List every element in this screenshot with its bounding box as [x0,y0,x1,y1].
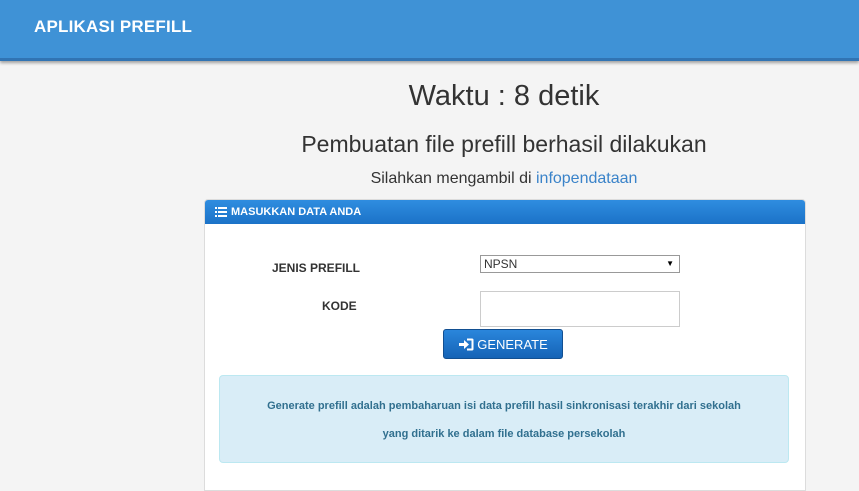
generate-button[interactable]: GENERATE [443,329,563,359]
info-line-2: yang ditarik ke dalam file database pers… [382,428,626,440]
app-brand[interactable]: APLIKASI PREFILL [34,17,192,37]
panel-heading-label: MASUKKAN DATA ANDA [231,206,362,218]
info-line-1: Generate prefill adalah pembaharuan isi … [267,400,741,412]
kode-input[interactable] [480,291,680,327]
jenis-prefill-select[interactable]: NPSN ▼ [480,255,680,273]
sign-in-icon [459,338,474,350]
input-panel: MASUKKAN DATA ANDA JENIS PREFILL NPSN ▼ … [204,199,806,491]
instruction-prefix: Silahkan mengambil di [370,170,536,187]
kode-label: KODE [322,299,357,313]
top-navbar: APLIKASI PREFILL [0,0,859,61]
panel-heading: MASUKKAN DATA ANDA [205,200,805,224]
instruction-text: Silahkan mengambil di infopendataan [0,170,859,188]
info-alert: Generate prefill adalah pembaharuan isi … [219,375,789,463]
infopendataan-link[interactable]: infopendataan [536,170,637,187]
generate-label: GENERATE [477,336,548,352]
jenis-prefill-value: NPSN [484,257,518,271]
list-icon [215,207,227,217]
dropdown-arrow-icon: ▼ [666,259,674,268]
jenis-prefill-label: JENIS PREFILL [272,261,361,275]
timer-text: Waktu : 8 detik [408,80,600,112]
success-message: Pembuatan file prefill berhasil dilakuka… [301,131,707,157]
